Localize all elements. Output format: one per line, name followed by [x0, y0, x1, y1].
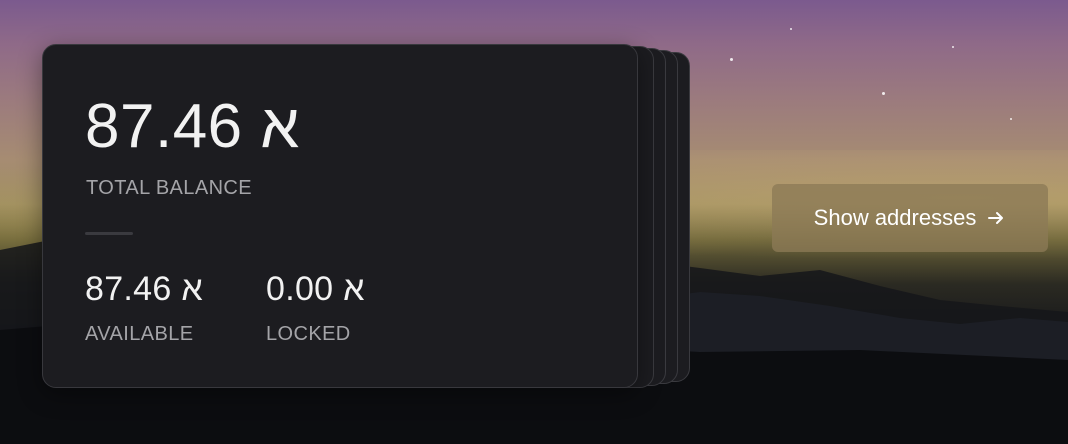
available-label: AVAILABLE [85, 323, 194, 345]
divider [85, 232, 133, 235]
total-balance-amount: 87.46 א [85, 92, 300, 161]
balance-card[interactable]: 87.46 א TOTAL BALANCE 87.46 א AVAILABLE … [42, 44, 638, 388]
arrow-right-icon [986, 208, 1006, 228]
total-balance-label: TOTAL BALANCE [86, 177, 252, 199]
locked-amount: 0.00 א [266, 270, 365, 308]
show-addresses-label: Show addresses [813, 205, 977, 230]
show-addresses-button[interactable]: Show addresses [772, 184, 1048, 252]
available-amount: 87.46 א [85, 270, 203, 308]
locked-label: LOCKED [266, 323, 351, 345]
